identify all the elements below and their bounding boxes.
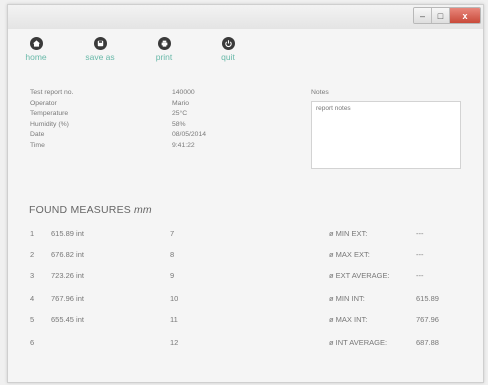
measure-row: 4 767.96 int 10 ø MIN INT: 615.89 xyxy=(30,294,470,306)
info-row-temperature: Temperature 25°C xyxy=(30,110,206,121)
measure-row: 3 723.26 int 9 ø EXT AVERAGE: --- xyxy=(30,271,470,283)
measure-index: 12 xyxy=(170,338,179,347)
measure-value: 615.89 int xyxy=(51,229,84,238)
info-label: Test report no. xyxy=(30,89,74,96)
quit-button[interactable]: quit xyxy=(196,37,260,62)
measure-index: 2 xyxy=(30,250,35,259)
measure-index: 9 xyxy=(170,271,175,280)
info-row-humidity: Humidity (%) 58% xyxy=(30,121,206,132)
toolbar: home save as print quit xyxy=(22,37,260,62)
info-row-operator: Operator Mario xyxy=(30,100,206,111)
window-controls: – □ x xyxy=(413,7,481,24)
measure-value: 655.45 int xyxy=(51,315,84,324)
home-button[interactable]: home xyxy=(22,37,50,62)
info-value: 140000 xyxy=(172,89,195,96)
info-value: 58% xyxy=(172,120,186,128)
measure-index: 8 xyxy=(170,250,175,259)
found-measures-unit: mm xyxy=(133,204,152,216)
print-button[interactable]: print xyxy=(132,37,196,62)
stat-value: 615.89 xyxy=(416,294,439,303)
measure-index: 3 xyxy=(30,271,35,280)
measure-value: 723.26 int xyxy=(51,271,84,280)
stat-value: 687.88 xyxy=(416,338,439,347)
found-measures-label: FOUND MEASURES xyxy=(29,204,131,216)
measure-value: 767.96 int xyxy=(51,294,84,303)
save-icon xyxy=(93,37,107,50)
stat-value: 767.96 xyxy=(416,315,439,324)
measure-index: 5 xyxy=(30,315,35,324)
measure-index: 4 xyxy=(30,294,35,303)
info-label: Date xyxy=(30,131,45,139)
info-label: Humidity (%) xyxy=(30,120,69,128)
info-value: 9:41:22 xyxy=(172,141,195,149)
notes-textarea[interactable]: report notes xyxy=(311,101,461,169)
home-label: home xyxy=(25,52,47,62)
measure-row: 1 615.89 int 7 ø MIN EXT: --- xyxy=(30,229,470,241)
stat-label: ø MAX INT: xyxy=(329,315,368,324)
measure-row: 5 655.45 int 11 ø MAX INT: 767.96 xyxy=(30,315,470,327)
measure-row: 6 12 ø INT AVERAGE: 687.88 xyxy=(30,338,470,350)
measure-index: 10 xyxy=(170,294,179,303)
save-as-button[interactable]: save as xyxy=(68,37,132,62)
title-bar: – □ x xyxy=(8,5,483,29)
info-label: Operator xyxy=(30,99,57,107)
stat-label: ø MIN EXT: xyxy=(329,229,368,238)
info-row-report-no: Test report no. 140000 xyxy=(30,89,206,100)
stat-label: ø MAX EXT: xyxy=(329,250,370,259)
close-button[interactable]: x xyxy=(449,8,480,23)
info-value: Mario xyxy=(172,99,189,107)
home-icon xyxy=(29,37,43,50)
stat-value: --- xyxy=(416,271,424,280)
info-row-time: Time 9:41:22 xyxy=(30,142,206,153)
info-value: 25°C xyxy=(172,110,188,118)
save-as-label: save as xyxy=(85,52,115,62)
measure-index: 1 xyxy=(30,229,35,238)
print-label: print xyxy=(155,52,173,62)
power-icon xyxy=(221,37,235,50)
stat-value: --- xyxy=(416,229,424,238)
info-row-date: Date 08/05/2014 xyxy=(30,131,206,142)
measure-value: 676.82 int xyxy=(51,250,84,259)
maximize-button[interactable]: □ xyxy=(431,8,449,23)
minimize-button[interactable]: – xyxy=(414,8,431,23)
measure-index: 7 xyxy=(170,229,175,238)
notes-label: Notes xyxy=(311,89,329,96)
info-label: Temperature xyxy=(30,110,69,118)
print-icon xyxy=(157,37,171,50)
stat-label: ø INT AVERAGE: xyxy=(329,338,388,347)
quit-label: quit xyxy=(221,52,235,62)
measure-index: 6 xyxy=(30,338,35,347)
app-window: – □ x home save as print quit Test repor… xyxy=(7,4,484,383)
stat-label: ø EXT AVERAGE: xyxy=(329,271,390,280)
found-measures-title: FOUND MEASURES mm xyxy=(29,204,152,216)
report-info: Test report no. 140000 Operator Mario Te… xyxy=(30,89,206,153)
info-label: Time xyxy=(30,141,45,149)
measure-index: 11 xyxy=(170,315,178,324)
stat-label: ø MIN INT: xyxy=(329,294,365,303)
info-value: 08/05/2014 xyxy=(172,131,207,139)
stat-value: --- xyxy=(416,250,424,259)
measure-row: 2 676.82 int 8 ø MAX EXT: --- xyxy=(30,250,470,262)
